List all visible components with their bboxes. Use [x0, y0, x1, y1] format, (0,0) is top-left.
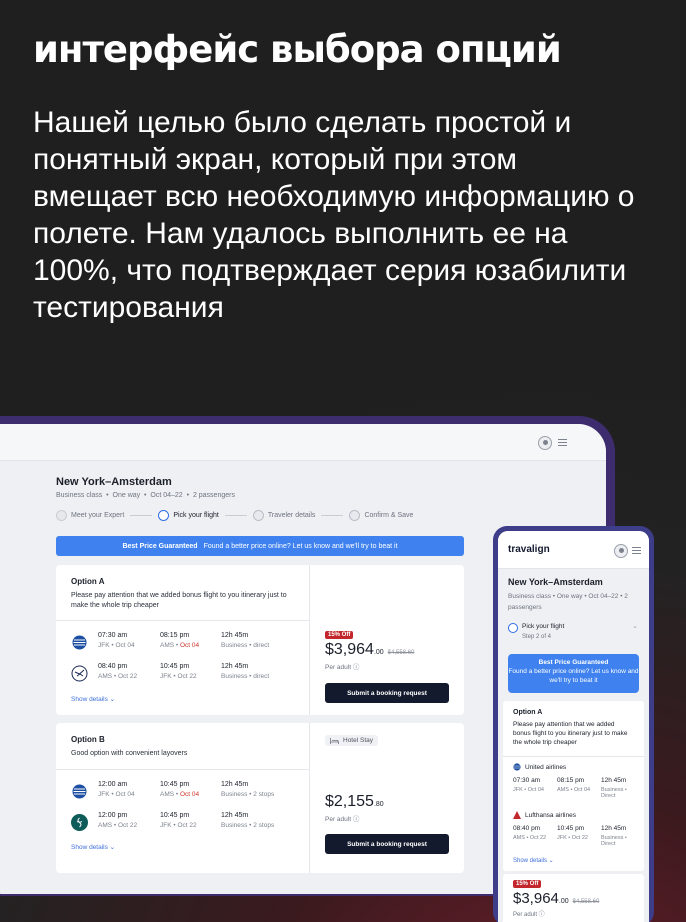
avatar-icon[interactable]	[538, 436, 552, 450]
step-circle-icon	[252, 510, 264, 521]
route-title: New York–Amsterdam	[508, 577, 603, 587]
avatar-icon[interactable]	[614, 544, 628, 558]
lufthansa-logo-icon	[513, 811, 521, 819]
hotel-stay-tag: Hotel Stay	[325, 735, 378, 746]
discount-badge: 15% Off	[325, 631, 354, 639]
lede-paragraph: Нашей целью было сделать простой и понят…	[33, 106, 635, 324]
price-guarantee-banner[interactable]: Best Price Guaranteed Found a better pric…	[56, 536, 464, 556]
step-circle-icon	[349, 510, 361, 521]
step-traveler-details[interactable]: Traveler details	[252, 510, 315, 521]
divider	[503, 756, 644, 757]
lufthansa-logo-icon	[71, 665, 88, 682]
price: $2,155.80	[325, 793, 384, 810]
option-description: Good option with convenient layovers	[71, 750, 188, 757]
progress-stepper: Meet your Expert Pick your flight Travel…	[56, 510, 413, 521]
price: $3,964.00 $4,558.60	[513, 890, 600, 907]
airline-row: United airlines	[513, 763, 566, 771]
mobile-screen: travalign New York–Amsterdam Business cl…	[498, 531, 649, 922]
united-airlines-logo-icon	[71, 634, 88, 651]
price: $3,964.00 $4,558.60	[325, 641, 415, 658]
option-a-card: Option A Please pay attention that we ad…	[56, 565, 464, 715]
option-title: Option A	[513, 709, 543, 716]
step-divider	[130, 515, 153, 516]
current-step[interactable]: Pick your flight Step 2 of 4 ⌄	[508, 623, 640, 640]
airline-row: Lufthansa airlines	[513, 811, 576, 819]
step-confirm-save[interactable]: Confirm & Save	[349, 510, 413, 521]
step-divider	[224, 515, 247, 516]
option-description: Please pay attention that we added bonus…	[71, 592, 287, 609]
step-circle-icon	[158, 510, 170, 521]
option-b-card: Option B Good option with convenient lay…	[56, 723, 464, 873]
price-guarantee-banner[interactable]: Best Price Guaranteed Found a better pri…	[508, 654, 639, 693]
bed-icon	[330, 737, 339, 744]
step-divider	[321, 515, 344, 516]
headline: интерфейс выбора опций	[33, 28, 562, 71]
promo-slide: интерфейс выбора опций Нашей целью было …	[0, 0, 686, 922]
mobile-header: travalign	[498, 531, 649, 569]
aer-lingus-logo-icon	[71, 814, 88, 831]
option-price-card: 15% Off $3,964.00 $4,558.60 Per adult ⓘ	[503, 874, 644, 922]
submit-booking-button[interactable]: Submit a booking request	[325, 683, 449, 703]
per-adult-label: Per adult ⓘ	[325, 664, 360, 671]
trip-summary: Business class • One way • Oct 04–22 • 2…	[56, 492, 235, 499]
united-airlines-logo-icon	[513, 763, 521, 771]
route-title: New York–Amsterdam	[56, 476, 172, 488]
flight-leg: 12:00 am JFK • Oct 04 10:45 pm AMS • Oct 0…	[71, 781, 306, 803]
united-airlines-logo-icon	[71, 783, 88, 800]
submit-booking-button[interactable]: Submit a booking request	[325, 834, 449, 854]
show-details-link[interactable]: Show details ⌄	[71, 695, 115, 703]
divider	[56, 620, 309, 621]
option-description: Please pay attention that we added bonus…	[513, 721, 628, 746]
flight-leg: 07:30 am JFK • Oct 04 08:15 pm AMS • Oct 0…	[71, 632, 306, 654]
menu-icon[interactable]	[558, 439, 567, 446]
show-details-link[interactable]: Show details ⌄	[513, 857, 554, 864]
step-meet-expert[interactable]: Meet your Expert	[56, 510, 124, 521]
option-a-card: Option A Please pay attention that we ad…	[503, 701, 644, 871]
option-title: Option A	[71, 577, 105, 586]
divider	[56, 769, 309, 770]
trip-summary: Business class • One way • Oct 04–22 • 2…	[508, 593, 628, 611]
per-adult-label: Per adult ⓘ	[513, 912, 545, 918]
step-pick-flight[interactable]: Pick your flight	[158, 510, 219, 521]
discount-badge: 15% Off	[513, 880, 542, 888]
step-circle-icon	[508, 623, 518, 633]
step-circle-icon	[56, 510, 67, 521]
flight-leg: 08:40 pm AMS • Oct 22 10:45 pm JFK • Oct 2…	[71, 663, 306, 685]
chevron-down-icon: ⌄	[632, 623, 638, 630]
per-adult-label: Per adult ⓘ	[325, 816, 360, 823]
flight-leg: 12:00 pm AMS • Oct 22 10:45 pm JFK • Oct 2…	[71, 812, 306, 834]
brand-logo[interactable]: travalign	[508, 544, 550, 555]
menu-icon[interactable]	[632, 547, 641, 554]
desktop-topbar	[0, 424, 606, 461]
show-details-link[interactable]: Show details ⌄	[71, 843, 115, 851]
option-title: Option B	[71, 735, 105, 744]
